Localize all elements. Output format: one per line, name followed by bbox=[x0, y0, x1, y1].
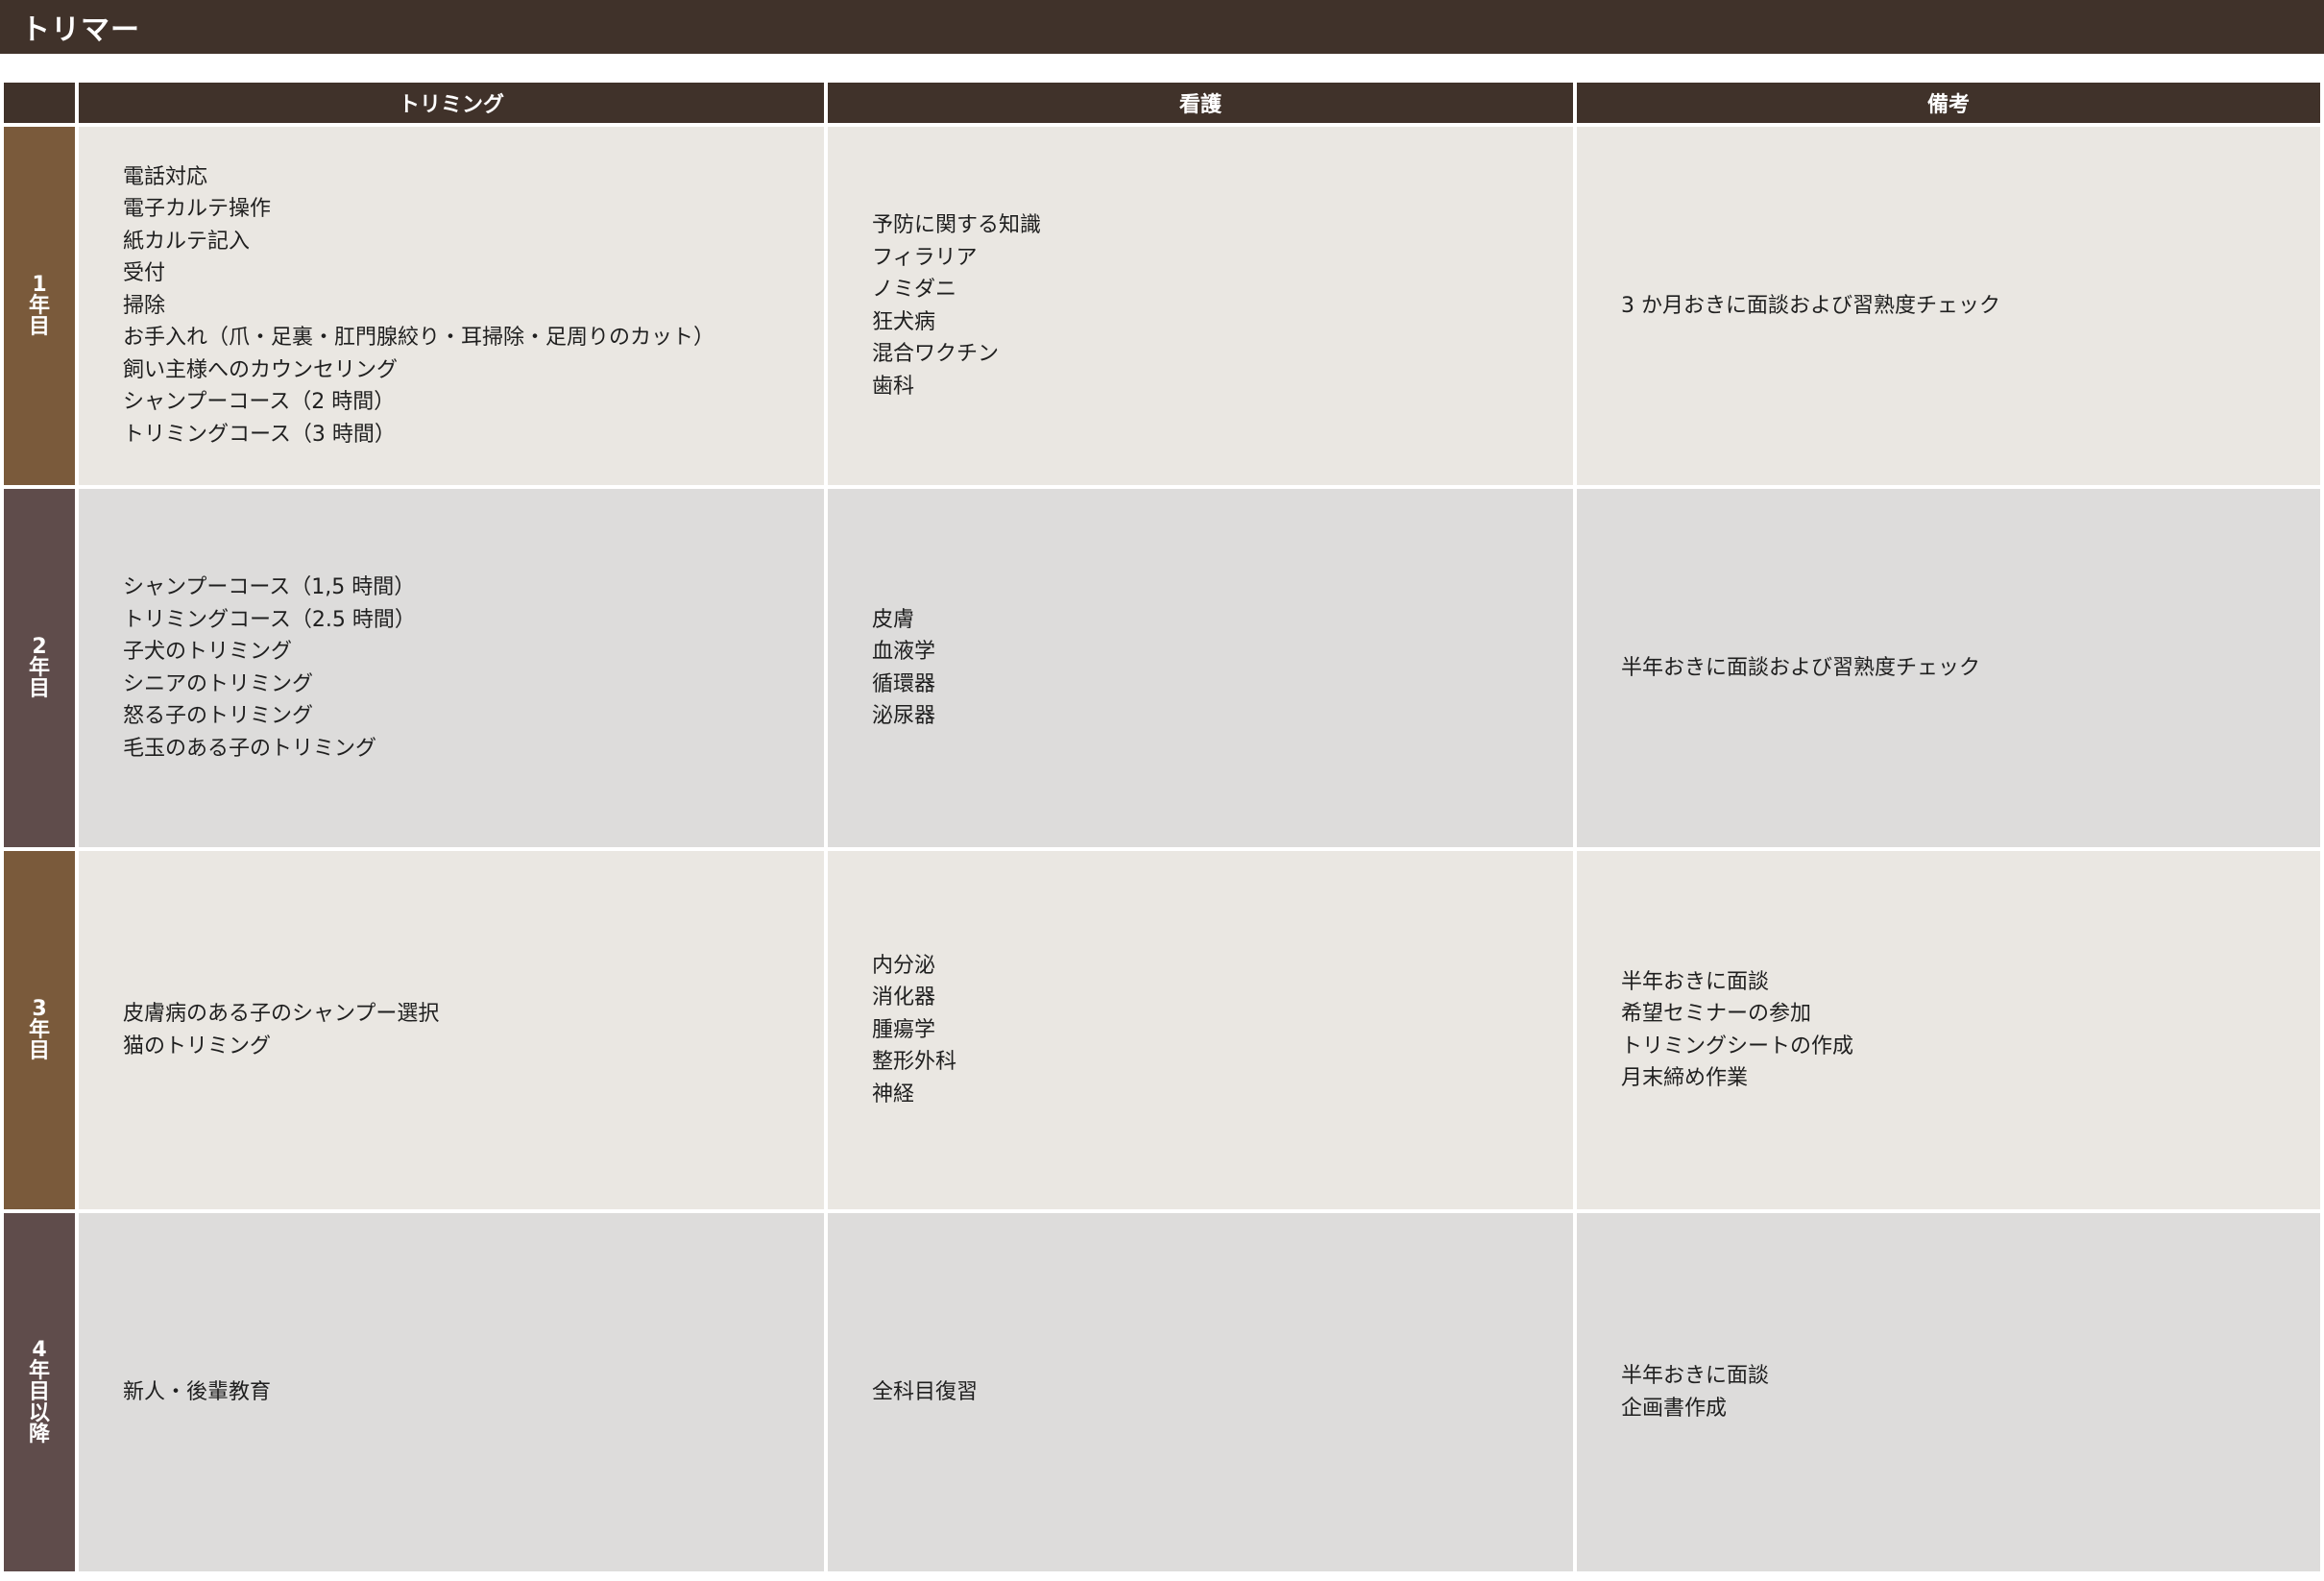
notes-item: 企画書作成 bbox=[1621, 1396, 1728, 1421]
notes-item: 月末締め作業 bbox=[1621, 1066, 1749, 1090]
trimming-item: トリミングコース（3 時間） bbox=[123, 422, 396, 447]
nursing-list: 全科目復習 bbox=[872, 1376, 978, 1409]
notes-item: トリミングシートの作成 bbox=[1621, 1034, 1854, 1058]
notes-list: 3 か月おきに面談および習熟度チェック bbox=[1621, 290, 2000, 323]
year-label-text: 2年目 bbox=[28, 634, 50, 701]
nursing-list: 皮膚血液学循環器泌尿器 bbox=[872, 604, 935, 733]
trimming-item: 受付 bbox=[123, 261, 166, 286]
notes-item: 3 か月おきに面談および習熟度チェック bbox=[1621, 293, 2000, 318]
notes-item: 希望セミナーの参加 bbox=[1621, 1002, 1812, 1026]
notes-cell-year-3: 半年おきに面談希望セミナーの参加トリミングシートの作成 月末締め作業 bbox=[1577, 851, 2320, 1209]
notes-cell-year-4: 半年おきに面談 企画書作成 bbox=[1577, 1213, 2320, 1571]
trimming-list: シャンプーコース（1,5 時間） トリミングコース（2.5 時間） 子犬のトリミング… bbox=[123, 572, 416, 765]
nursing-item: 内分泌 bbox=[872, 953, 936, 978]
trimming-item: トリミングコース（2.5 時間） bbox=[123, 607, 416, 632]
trimming-item: 猫のトリミング bbox=[123, 1034, 272, 1058]
nursing-item: 循環器 bbox=[872, 671, 936, 696]
nursing-item: 泌尿器 bbox=[872, 704, 936, 728]
header-nursing: 看護 bbox=[828, 83, 1573, 123]
nursing-item: 神経 bbox=[872, 1082, 915, 1107]
nursing-cell-year-3: 内分泌消化器腫瘍学整形外科神経 bbox=[828, 851, 1573, 1209]
nursing-cell-year-2: 皮膚血液学循環器泌尿器 bbox=[828, 489, 1573, 847]
nursing-cell-year-1: 予防に関する知識 フィラリアノミダニ狂犬病混合ワクチン 歯科 bbox=[828, 127, 1573, 485]
trimming-item: シニアのトリミング bbox=[123, 671, 314, 696]
trimming-list: 皮膚病のある子のシャンプー選択 猫のトリミング bbox=[123, 998, 439, 1062]
trimming-cell-year-1: 電話対応電子カルテ操作 紙カルテ記入 受付掃除お手入れ（爪・足裏・肛門腺絞り・耳掃除… bbox=[79, 127, 824, 485]
trimming-list: 電話対応電子カルテ操作 紙カルテ記入 受付掃除お手入れ（爪・足裏・肛門腺絞り・耳掃除… bbox=[123, 161, 714, 451]
notes-cell-year-2: 半年おきに面談および習熟度チェック bbox=[1577, 489, 2320, 847]
trimming-cell-year-3: 皮膚病のある子のシャンプー選択 猫のトリミング bbox=[79, 851, 824, 1209]
page-title: トリマー bbox=[21, 13, 140, 47]
trimming-item: 毛玉のある子のトリミング bbox=[123, 736, 377, 761]
nursing-item: 混合ワクチン bbox=[872, 342, 1000, 366]
notes-item: 半年おきに面談 bbox=[1621, 969, 1770, 994]
trimming-cell-year-4: 新人・後輩教育 bbox=[79, 1213, 824, 1571]
plan-table: トリミング 看護 備考 1年目 電話対応電子カルテ操作 紙カルテ記入 受付掃除お手入れ… bbox=[0, 81, 2324, 1581]
trimming-item: 新人・後輩教育 bbox=[123, 1379, 272, 1404]
year-label-1: 1年目 bbox=[4, 127, 75, 485]
notes-list: 半年おきに面談 企画書作成 bbox=[1621, 1360, 1769, 1424]
notes-list: 半年おきに面談および習熟度チェック bbox=[1621, 652, 1980, 685]
nursing-item: 狂犬病 bbox=[872, 309, 936, 334]
nursing-item: 皮膚 bbox=[872, 607, 915, 632]
trimming-item: 皮膚病のある子のシャンプー選択 bbox=[123, 1002, 440, 1026]
trimming-item: 子犬のトリミング bbox=[123, 640, 293, 664]
trimming-item: 電話対応 bbox=[123, 164, 208, 189]
notes-item: 半年おきに面談 bbox=[1621, 1364, 1770, 1388]
trimming-item: 怒る子のトリミング bbox=[123, 704, 314, 728]
nursing-list: 内分泌消化器腫瘍学整形外科神経 bbox=[872, 950, 956, 1111]
nursing-item: 全科目復習 bbox=[872, 1379, 979, 1404]
year-label-4: 4年目以降 bbox=[4, 1213, 75, 1571]
trimming-item: 掃除 bbox=[123, 293, 166, 318]
trimming-item: 飼い主様へのカウンセリング bbox=[123, 357, 399, 382]
nursing-item: 歯科 bbox=[872, 374, 915, 399]
title-bar: トリマー bbox=[0, 0, 2324, 54]
nursing-list: 予防に関する知識 フィラリアノミダニ狂犬病混合ワクチン 歯科 bbox=[872, 209, 1041, 402]
year-label-text: 3年目 bbox=[28, 996, 50, 1063]
nursing-item: ノミダニ bbox=[872, 278, 957, 302]
trimming-item: シャンプーコース（1,5 時間） bbox=[123, 575, 416, 599]
header-notes: 備考 bbox=[1577, 83, 2320, 123]
nursing-item: 整形外科 bbox=[872, 1050, 957, 1075]
year-label-2: 2年目 bbox=[4, 489, 75, 847]
trimming-item: お手入れ（爪・足裏・肛門腺絞り・耳掃除・足周りのカット） bbox=[123, 326, 715, 351]
header-corner bbox=[4, 83, 75, 123]
year-label-text: 4年目以降 bbox=[28, 1337, 50, 1447]
nursing-item: 消化器 bbox=[872, 985, 936, 1010]
nursing-item: 予防に関する知識 bbox=[872, 213, 1042, 237]
trimming-cell-year-2: シャンプーコース（1,5 時間） トリミングコース（2.5 時間） 子犬のトリミング… bbox=[79, 489, 824, 847]
nursing-cell-year-4: 全科目復習 bbox=[828, 1213, 1573, 1571]
notes-list: 半年おきに面談希望セミナーの参加トリミングシートの作成 月末締め作業 bbox=[1621, 966, 1853, 1095]
trimming-list: 新人・後輩教育 bbox=[123, 1376, 271, 1409]
trimming-item: シャンプーコース（2 時間） bbox=[123, 390, 396, 415]
notes-item: 半年おきに面談および習熟度チェック bbox=[1621, 655, 1981, 680]
nursing-item: 血液学 bbox=[872, 640, 936, 664]
notes-cell-year-1: 3 か月おきに面談および習熟度チェック bbox=[1577, 127, 2320, 485]
nursing-item: フィラリア bbox=[872, 245, 978, 270]
year-label-3: 3年目 bbox=[4, 851, 75, 1209]
trimming-item: 紙カルテ記入 bbox=[123, 229, 251, 254]
trimming-item: 電子カルテ操作 bbox=[123, 197, 272, 222]
year-label-text: 1年目 bbox=[28, 272, 50, 339]
nursing-item: 腫瘍学 bbox=[872, 1017, 936, 1042]
header-trimming: トリミング bbox=[79, 83, 824, 123]
